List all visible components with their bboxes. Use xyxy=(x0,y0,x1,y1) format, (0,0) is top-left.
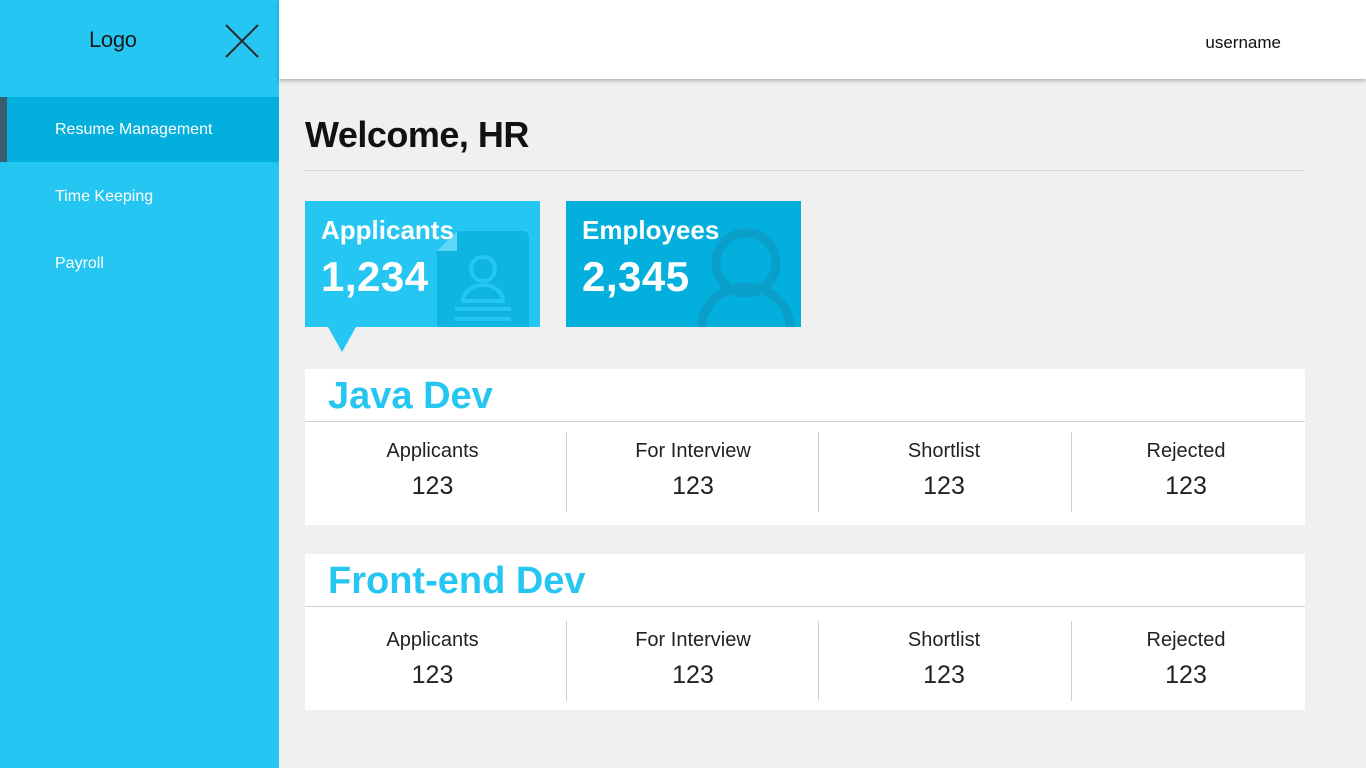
stat-applicants[interactable]: Applicants 123 xyxy=(305,432,560,512)
sidebar-item-label: Time Keeping xyxy=(55,187,154,205)
stat-value: 123 xyxy=(411,472,454,500)
job-title[interactable]: Java Dev xyxy=(328,375,493,418)
stat-label: For Interview xyxy=(635,629,751,651)
job-divider xyxy=(305,421,1305,422)
stat-label: Applicants xyxy=(386,440,479,462)
stat-rejected[interactable]: Rejected 123 xyxy=(1072,621,1300,701)
stat-label: Rejected xyxy=(1146,440,1226,462)
close-icon[interactable] xyxy=(224,23,260,59)
sidebar-item-label: Payroll xyxy=(55,254,104,272)
stat-value: 123 xyxy=(1165,472,1207,500)
username-menu[interactable]: username xyxy=(1205,33,1281,53)
card-label: Employees xyxy=(582,215,720,245)
stat-applicants[interactable]: Applicants 123 xyxy=(305,621,560,701)
job-panel-java-dev: Java Dev Applicants 123 For Interview 12… xyxy=(305,369,1305,525)
stat-value: 123 xyxy=(672,661,714,689)
title-divider xyxy=(305,170,1305,171)
logo: Logo xyxy=(89,27,137,52)
sidebar-nav: Resume Management Time Keeping Payroll xyxy=(0,97,279,298)
job-divider xyxy=(305,606,1305,607)
stat-value: 123 xyxy=(923,661,965,689)
stat-label: Shortlist xyxy=(907,440,981,462)
card-value: 2,345 xyxy=(582,253,690,300)
top-header: username xyxy=(279,0,1366,79)
stat-shortlist[interactable]: Shortlist 123 xyxy=(819,432,1069,512)
employees-card[interactable]: Employees 2,345 xyxy=(566,201,801,327)
page-title: Welcome, HR xyxy=(305,114,529,155)
stat-value: 123 xyxy=(411,661,454,689)
stat-value: 123 xyxy=(923,472,965,500)
job-title[interactable]: Front-end Dev xyxy=(328,560,586,603)
stat-label: For Interview xyxy=(635,440,751,462)
stat-label: Shortlist xyxy=(907,629,981,651)
stat-label: Rejected xyxy=(1146,629,1226,651)
stat-value: 123 xyxy=(672,472,714,500)
stat-label: Applicants xyxy=(386,629,479,651)
stat-value: 123 xyxy=(1165,661,1207,689)
sidebar-item-payroll[interactable]: Payroll xyxy=(0,231,279,296)
stat-rejected[interactable]: Rejected 123 xyxy=(1072,432,1300,512)
card-label: Applicants xyxy=(321,215,454,245)
sidebar: Logo Resume Management Time Keeping Payr… xyxy=(0,0,279,768)
stat-shortlist[interactable]: Shortlist 123 xyxy=(819,621,1069,701)
sidebar-item-label: Resume Management xyxy=(55,120,213,138)
card-pointer xyxy=(328,327,356,352)
job-stats: Applicants 123 For Interview 123 Shortli… xyxy=(305,621,1305,701)
applicants-card[interactable]: Applicants 1,234 xyxy=(305,201,540,352)
job-panel-front-end-dev: Front-end Dev Applicants 123 For Intervi… xyxy=(305,554,1305,710)
stat-for-interview[interactable]: For Interview 123 xyxy=(567,621,819,701)
stat-for-interview[interactable]: For Interview 123 xyxy=(567,432,819,512)
card-value: 1,234 xyxy=(321,253,429,300)
job-stats: Applicants 123 For Interview 123 Shortli… xyxy=(305,432,1305,512)
sidebar-item-time-keeping[interactable]: Time Keeping xyxy=(0,164,279,229)
sidebar-item-resume-management[interactable]: Resume Management xyxy=(0,97,279,162)
